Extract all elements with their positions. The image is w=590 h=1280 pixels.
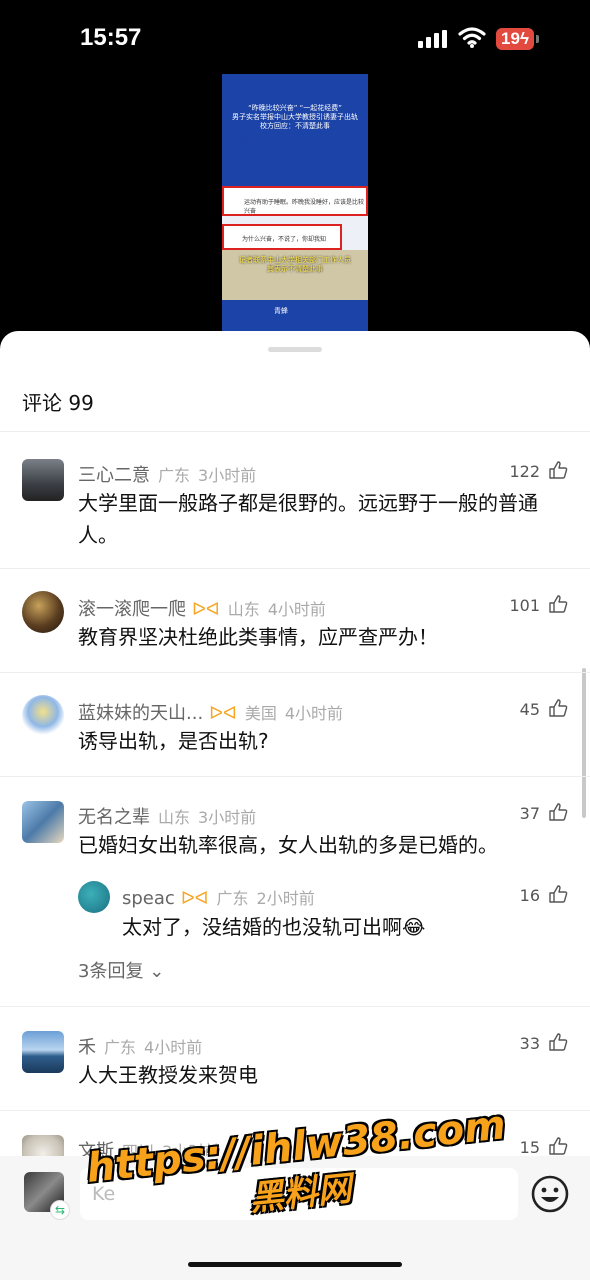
vip-badge-icon: ᐅᐊ bbox=[192, 599, 220, 620]
avatar[interactable] bbox=[22, 801, 64, 843]
video-title: “昨晚比较兴奋” “一起花经费” 男子实名举报中山大学教授引诱妻子出轨 校方回应… bbox=[222, 104, 368, 131]
like-thumb-icon[interactable] bbox=[548, 1032, 568, 1052]
comment-time: 4小时前 bbox=[267, 600, 326, 619]
status-bar: 15:57 19ϟ bbox=[0, 0, 590, 74]
like-count: 33 bbox=[519, 1034, 540, 1053]
comment-region: 广东 bbox=[104, 1038, 137, 1057]
video-logo: 青蜂 bbox=[240, 138, 256, 147]
comment-region: 山东 bbox=[158, 808, 191, 827]
battery-level: 19 bbox=[501, 29, 520, 48]
like-thumb-icon[interactable] bbox=[548, 594, 568, 614]
like-count: 45 bbox=[519, 700, 540, 719]
more-replies-label: 3条回复 bbox=[78, 961, 144, 982]
like-thumb-icon[interactable] bbox=[548, 698, 568, 718]
comment-text: 大学里面一般路子都是很野的。远远野于一般的普通人。 bbox=[78, 491, 538, 547]
author-name: speac bbox=[122, 888, 175, 909]
video-subtitle: 记者联系中山大学相关部门工作人员 其表示不清楚此事 bbox=[228, 256, 362, 274]
comment-time: 3小时前 bbox=[198, 808, 257, 827]
avatar[interactable] bbox=[78, 881, 110, 913]
video-title-line-1: “昨晚比较兴奋” “一起花经费” bbox=[248, 104, 342, 112]
battery-cap bbox=[536, 35, 539, 43]
home-indicator[interactable] bbox=[188, 1262, 402, 1267]
avatar[interactable] bbox=[22, 695, 64, 737]
author-name: 禾 bbox=[78, 1037, 96, 1058]
sheet-drag-handle[interactable] bbox=[268, 347, 322, 352]
emoji-icon[interactable] bbox=[530, 1174, 570, 1214]
comment-time: 4小时前 bbox=[284, 704, 344, 723]
avatar[interactable] bbox=[22, 591, 64, 633]
like-thumb-icon[interactable] bbox=[548, 802, 568, 822]
vip-badge-icon: ᐅᐊ bbox=[209, 703, 237, 724]
comment-divider bbox=[0, 672, 590, 673]
avatar[interactable] bbox=[22, 459, 64, 501]
video-title-line-2: 男子实名举报中山大学教授引诱妻子出轨 bbox=[232, 113, 358, 121]
comment-divider bbox=[0, 776, 590, 777]
like-thumb-icon[interactable] bbox=[548, 1136, 568, 1156]
author-name: 三心二意 bbox=[78, 465, 150, 486]
like-count: 122 bbox=[509, 462, 540, 481]
like-thumb-icon[interactable] bbox=[548, 460, 568, 480]
video-subtitle-line-2: 其表示不清楚此事 bbox=[267, 265, 323, 273]
comment-divider bbox=[0, 1006, 590, 1007]
avatar[interactable] bbox=[22, 1031, 64, 1073]
comment-text: 诱导出轨，是否出轨? bbox=[78, 729, 269, 753]
comment-text: 已婚妇女出轨率很高，女人出轨的多是已婚的。 bbox=[78, 833, 498, 857]
comment-text: 教育界坚决杜绝此类事情，应严查严办！ bbox=[78, 625, 438, 649]
like-count: 16 bbox=[519, 886, 540, 905]
author-name: 蓝妹妹的天山... bbox=[78, 703, 204, 724]
video-preview[interactable]: “昨晚比较兴奋” “一起花经费” 男子实名举报中山大学教授引诱妻子出轨 校方回应… bbox=[222, 74, 368, 336]
author-name: 无名之辈 bbox=[78, 807, 150, 828]
like-count: 101 bbox=[509, 596, 540, 615]
comment-text: 人大王教授发来贺电 bbox=[78, 1063, 258, 1087]
comment-author[interactable]: 三心二意 广东 3小时前 bbox=[78, 461, 256, 487]
clock: 15:57 bbox=[80, 24, 142, 51]
video-chat-message-2: 为什么兴奋，不说了，你却我知 bbox=[222, 224, 342, 250]
video-chat-message-1: 运动有助于睡眠。昨晚我没睡好，应该是比较兴奋 bbox=[222, 186, 368, 216]
like-count: 15 bbox=[519, 1138, 540, 1157]
reply-time: 2小时前 bbox=[256, 889, 315, 908]
author-name: 滚一滚爬一爬 bbox=[78, 599, 186, 620]
cellular-signal-icon bbox=[418, 30, 447, 48]
scrollbar[interactable] bbox=[582, 668, 586, 818]
comment-divider bbox=[0, 568, 590, 569]
vip-badge-icon: ᐅᐊ bbox=[180, 888, 209, 909]
switch-account-icon[interactable]: ⇆ bbox=[50, 1200, 70, 1220]
video-brand: 青蜂 bbox=[274, 307, 288, 315]
comment-author[interactable]: 禾广东 4小时前 bbox=[78, 1033, 202, 1059]
comment-author[interactable]: 蓝妹妹的天山... ᐅᐊ 美国 4小时前 bbox=[78, 699, 343, 725]
comment-region: 山东 bbox=[227, 600, 260, 619]
comment-region: 美国 bbox=[244, 704, 277, 723]
header-divider bbox=[0, 431, 590, 432]
video-subtitle-line-1: 记者联系中山大学相关部门工作人员 bbox=[239, 256, 351, 264]
reply-region: 广东 bbox=[216, 889, 249, 908]
chevron-down-icon: ⌄ bbox=[149, 961, 165, 982]
show-more-replies[interactable]: 3条回复 ⌄ bbox=[78, 957, 164, 983]
like-count: 37 bbox=[519, 804, 540, 823]
comments-title: 评论 99 bbox=[22, 391, 94, 415]
like-thumb-icon[interactable] bbox=[548, 884, 568, 904]
charging-bolt-icon: ϟ bbox=[519, 29, 529, 48]
comment-region: 广东 bbox=[158, 466, 191, 485]
wifi-icon bbox=[458, 27, 486, 48]
video-title-line-3: 校方回应：不清楚此事 bbox=[260, 122, 330, 130]
battery-icon: 19ϟ bbox=[496, 28, 534, 50]
reply-author[interactable]: speac ᐅᐊ 广东 2小时前 bbox=[122, 885, 315, 909]
comment-time: 4小时前 bbox=[144, 1038, 203, 1057]
reply-text: 太对了，没结婚的也没轨可出啊😂 bbox=[122, 915, 426, 939]
comment-time: 3小时前 bbox=[198, 466, 257, 485]
comment-author[interactable]: 无名之辈 山东 3小时前 bbox=[78, 803, 256, 829]
comment-author[interactable]: 滚一滚爬一爬 ᐅᐊ 山东 4小时前 bbox=[78, 595, 326, 621]
